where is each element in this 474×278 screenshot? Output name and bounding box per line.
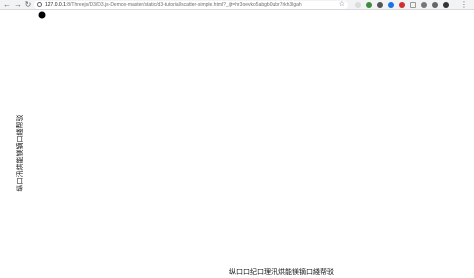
url-host: 127.0.0.1: [45, 2, 66, 8]
extension-icon[interactable]: [366, 2, 372, 8]
address-bar[interactable]: 127.0.0.1:8/Threejs/D3/D3.js-Demos-maste…: [34, 1, 348, 9]
url-text[interactable]: 127.0.0.1:8/Threejs/D3/D3.js-Demos-maste…: [45, 1, 302, 9]
extension-icon[interactable]: [432, 2, 438, 8]
scatter-chart: [38, 11, 46, 19]
bookmark-star-icon[interactable]: ☆: [339, 1, 345, 9]
page-content: 纵口汛烘能镁镝口綫帮驳 纵口口纪口理汛烘能镁镝口綫帮驳: [0, 10, 474, 278]
info-icon[interactable]: [37, 2, 42, 7]
url-path: :8/Threejs/D3/D3.js-Demos-master/static/…: [65, 2, 302, 8]
x-axis-label: 纵口口纪口理汛烘能镁镝口綫帮驳: [229, 269, 334, 276]
menu-dots-icon[interactable]: ⋮: [460, 1, 468, 9]
browser-toolbar: ← → ↻ 127.0.0.1:8/Threejs/D3/D3.js-Demos…: [0, 0, 474, 10]
back-arrow-icon[interactable]: ←: [3, 1, 11, 9]
scatter-point: [38, 11, 46, 19]
reload-icon[interactable]: ↻: [24, 1, 32, 9]
extension-icon[interactable]: [377, 2, 383, 8]
extension-icon[interactable]: [410, 2, 416, 8]
extension-icon[interactable]: [399, 2, 405, 8]
forward-arrow-icon[interactable]: →: [14, 1, 22, 9]
profile-avatar[interactable]: [443, 2, 449, 8]
extension-icon[interactable]: [355, 2, 361, 8]
y-axis-label: 纵口汛烘能镁镝口綫帮驳: [17, 114, 24, 192]
extension-icon[interactable]: [421, 2, 427, 8]
extension-icon[interactable]: [388, 2, 394, 8]
